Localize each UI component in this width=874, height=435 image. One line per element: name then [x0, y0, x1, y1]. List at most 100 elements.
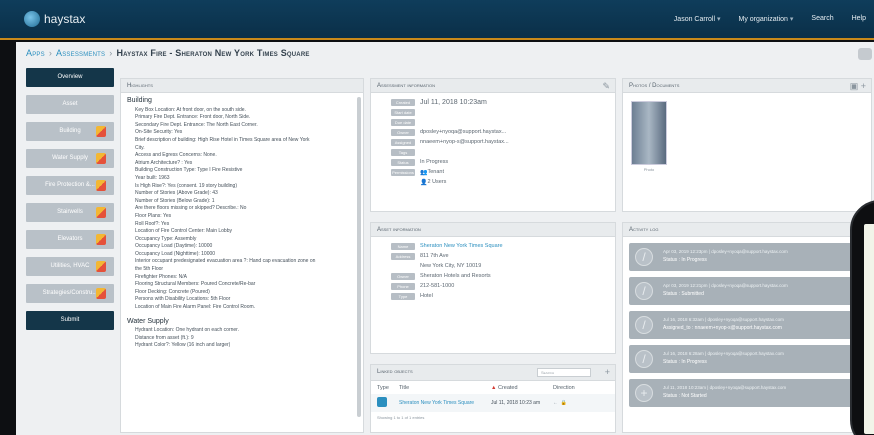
highlights-panel: Highlights Building Key Box Location: At… [120, 78, 364, 433]
help-link[interactable]: Help [852, 15, 866, 23]
building-photo[interactable] [631, 101, 667, 165]
field-value: Hotel [420, 293, 433, 299]
circle-icon: / [635, 282, 653, 300]
breadcrumb-assessments[interactable]: Assessments [56, 48, 105, 58]
col-direction[interactable]: Direction [553, 385, 575, 391]
field-key: Owner [391, 128, 415, 136]
highlight-row: Access and Egress Concerns: None. [135, 152, 217, 159]
section-nav: Overview Asset Building Water Supply Fir… [26, 68, 114, 338]
search-link[interactable]: Search [811, 15, 833, 23]
table-header: Type Title ▲ Created Direction [371, 381, 615, 391]
print-icon[interactable] [858, 48, 872, 60]
building-icon [377, 397, 387, 407]
row-direction: ← 🔒 [553, 400, 567, 406]
photo-caption: Photo [643, 167, 655, 172]
col-type[interactable]: Type [377, 385, 399, 391]
activity-text: Status : Submitted [663, 291, 704, 297]
nav-fire-protection-button[interactable]: Fire Protection &... [26, 176, 114, 195]
field-row: Tags [371, 147, 615, 157]
field-row: Type Hotel [371, 291, 615, 301]
table-row[interactable]: Sheraton New York Times Square Jul 11, 2… [371, 394, 615, 412]
nav-strategies-button[interactable]: Strategies/Constru... [26, 284, 114, 303]
field-value[interactable]: Sheraton New York Times Square [420, 243, 503, 249]
nav-overview-button[interactable]: Overview [26, 68, 114, 87]
activity-text: Status : In Progress [663, 359, 707, 365]
field-value: New York City, NY 10019 [420, 263, 482, 269]
nav-utilities-button[interactable]: Utilities, HVAC [26, 257, 114, 276]
nav-elevators-button[interactable]: Elevators [26, 230, 114, 249]
panel-title: Assessment information [377, 83, 436, 89]
nav-stairwells-button[interactable]: Stairwells [26, 203, 114, 222]
field-row: Address 811 7th Ave [371, 251, 615, 261]
nav-label: Water Supply [52, 155, 88, 161]
field-value: Jul 11, 2018 10:23am [420, 98, 487, 106]
activity-text: Status : Not Started [663, 393, 707, 399]
sort-desc-icon: ▲ [491, 385, 498, 391]
warning-badge-icon [96, 261, 106, 272]
activity-meta: Jul 11, 2018 10:23am | dposley+nyoqa@sup… [663, 385, 787, 390]
nav-asset-button[interactable]: Asset [26, 95, 114, 114]
activity-item[interactable]: / Jul 16, 2018 6:32am | dposley+nyoqa@sup… [629, 311, 861, 339]
field-value: Sheraton Hotels and Resorts [420, 273, 491, 279]
field-key: Tags [391, 148, 415, 156]
panel-title: Photos / Documents [629, 83, 680, 89]
submit-button[interactable]: Submit [26, 311, 114, 330]
col-created[interactable]: ▲ Created [491, 385, 553, 391]
field-value: 212-581-1000 [420, 283, 455, 289]
field-row: Name Sheraton New York Times Square [371, 241, 615, 251]
highlight-row: Firefighter Phones: N/A [135, 273, 187, 280]
org-menu[interactable]: My organization [739, 15, 794, 23]
section-heading: Water Supply [127, 317, 169, 325]
field-value: Tenant [427, 169, 444, 175]
nav-building-button[interactable]: Building [26, 122, 114, 141]
user-menu[interactable]: Jason Carroll [674, 15, 721, 23]
highlight-row: On-Site Security: Yes [135, 129, 183, 136]
nav-water-supply-button[interactable]: Water Supply [26, 149, 114, 168]
page-title: Haystax Fire - Sheraton New York Times S… [116, 48, 310, 58]
activity-item[interactable]: / Jul 16, 2018 6:28am | dposley+nyoqa@sup… [629, 345, 861, 373]
highlight-row: Hydrant Color?: Yellow (16 inch and larg… [135, 342, 231, 349]
highlight-row: Flooring Structural Members: Poured Conc… [135, 281, 256, 288]
field-row: Assigned nnaeem+nyop-s@support.haystax... [371, 137, 615, 147]
top-bar: haystax Jason Carroll My organization Se… [0, 0, 874, 40]
field-row: Start date [371, 107, 615, 117]
activity-item[interactable]: / Apr 03, 2019 12:23pm | dposley+nyoqa@su… [629, 243, 861, 271]
add-icon[interactable]: + [605, 367, 610, 377]
nav-label: Building [59, 128, 81, 134]
breadcrumb-apps[interactable]: Apps [26, 48, 45, 58]
field-row: Owner dposley+nyoqa@support.haystax... [371, 127, 615, 137]
activity-meta: Apr 03, 2019 12:23pm | dposley+nyoqa@sup… [663, 249, 788, 254]
linked-search-input[interactable]: Search [537, 368, 591, 377]
warning-badge-icon [96, 126, 106, 137]
activity-item[interactable]: / Apr 03, 2019 12:21pm | dposley+nyoqa@su… [629, 277, 861, 305]
row-created: Jul 11, 2018 10:23 am [491, 400, 541, 406]
asset-info-panel: Asset information Name Sheraton New York … [370, 222, 616, 354]
user-icon: 👤 [420, 179, 428, 186]
plus-circle-icon: + [635, 384, 653, 402]
row-title[interactable]: Sheraton New York Times Square [399, 400, 491, 406]
activity-item[interactable]: + Jul 11, 2018 10:23am | dposley+nyoqa@su… [629, 379, 861, 407]
field-row: New York City, NY 10019 [371, 261, 615, 271]
highlight-row: Year built: 1963 [135, 174, 170, 181]
col-title[interactable]: Title [399, 385, 491, 391]
field-key: Due date [391, 118, 415, 126]
edit-icon[interactable]: ✎ [602, 81, 610, 92]
image-add-icon[interactable]: ▣ + [850, 81, 866, 92]
assessment-info-panel: Assessment information ✎ Created Jul 11, 2… [370, 78, 616, 212]
highlight-row: Secondary Fire Dept. Entrance: The North… [135, 121, 258, 128]
field-key: Phone [391, 282, 415, 290]
warning-badge-icon [96, 234, 106, 245]
field-row: 👤 2 Users [371, 177, 615, 187]
scrollbar[interactable] [357, 97, 361, 417]
section-heading: Building [127, 97, 152, 104]
lock-icon: 🔒 [560, 400, 568, 406]
field-value: nnaeem+nyop-s@support.haystax... [420, 139, 509, 145]
panel-header: Assessment information ✎ [371, 79, 615, 93]
field-row: Phone 212-581-1000 [371, 281, 615, 291]
highlight-row: Primary Fire Dept. Entrance: Front door,… [135, 114, 251, 121]
logo[interactable]: haystax [24, 11, 85, 27]
field-key: Status [391, 158, 415, 166]
phone-frame [850, 200, 874, 435]
field-row: Due date [371, 117, 615, 127]
highlight-row: City. [135, 144, 145, 151]
